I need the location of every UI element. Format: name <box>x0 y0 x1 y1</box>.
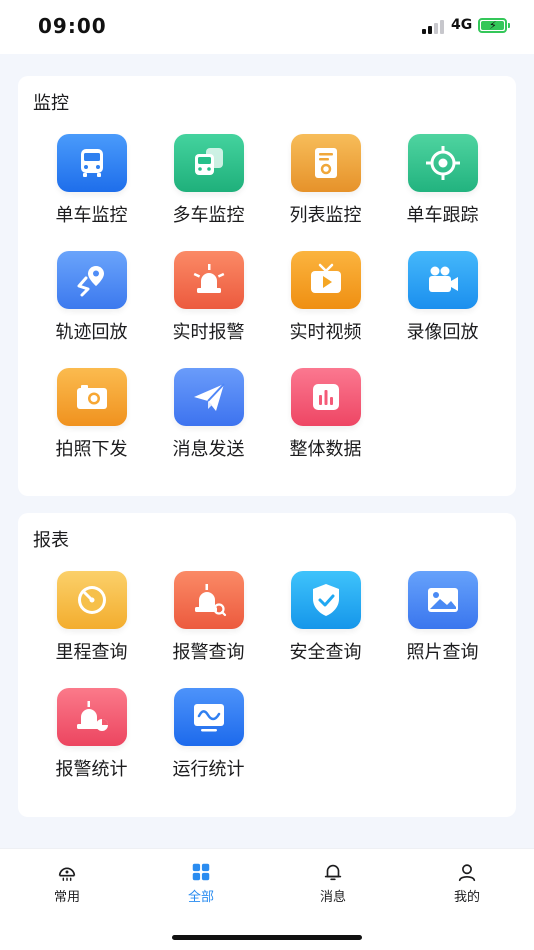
menu-item-operation-statistics[interactable]: 运行统计 <box>150 688 267 805</box>
tab-frequent[interactable]: 常用 <box>0 861 134 905</box>
alarm-light-icon <box>173 251 244 309</box>
monitor-section: 监控 单车监控 多车监控 列表监控 单车跟踪 轨迹回放 实时报警 实时视频 录像… <box>18 76 516 496</box>
tab-messages[interactable]: 消息 <box>266 861 400 905</box>
track-pin-icon <box>56 251 127 309</box>
menu-item-label: 运行统计 <box>172 759 245 780</box>
bell-icon <box>324 864 342 881</box>
report-grid: 里程查询 报警查询 安全查询 照片查询 报警统计 运行统计 <box>33 571 501 805</box>
signal-icon <box>422 20 444 34</box>
shield-check-icon <box>290 571 361 629</box>
battery-tip <box>508 23 510 28</box>
battery-charging-icon: ⚡ <box>478 18 507 33</box>
menu-item-realtime-alarm[interactable]: 实时报警 <box>150 251 267 368</box>
menu-item-label: 安全查询 <box>289 642 362 663</box>
menu-item-track-playback[interactable]: 轨迹回放 <box>33 251 150 368</box>
paper-plane-icon <box>173 368 244 426</box>
alarm-search-icon <box>173 571 244 629</box>
menu-item-list-monitor[interactable]: 列表监控 <box>267 134 384 251</box>
alarm-stats-icon <box>56 688 127 746</box>
menu-item-single-vehicle-monitor[interactable]: 单车监控 <box>33 134 150 251</box>
menu-item-label: 整体数据 <box>289 439 362 460</box>
menu-item-label: 报警统计 <box>55 759 128 780</box>
tab-label: 消息 <box>319 890 346 905</box>
tab-label: 常用 <box>53 890 80 905</box>
menu-item-label: 列表监控 <box>289 205 362 226</box>
wave-screen-icon <box>173 688 244 746</box>
menu-item-overall-data[interactable]: 整体数据 <box>267 368 384 485</box>
menu-item-label: 实时报警 <box>172 322 245 343</box>
target-icon <box>407 134 478 192</box>
menu-item-label: 实时视频 <box>289 322 362 343</box>
tv-play-icon <box>290 251 361 309</box>
user-icon <box>458 864 476 882</box>
menu-item-label: 里程查询 <box>55 642 128 663</box>
status-bar: 09:00 4G ⚡ <box>0 0 534 54</box>
menu-item-photo-dispatch[interactable]: 拍照下发 <box>33 368 150 485</box>
menu-item-safety-query[interactable]: 安全查询 <box>267 571 384 688</box>
menu-item-realtime-video[interactable]: 实时视频 <box>267 251 384 368</box>
menu-item-label: 拍照下发 <box>55 439 128 460</box>
tab-label: 全部 <box>187 890 214 905</box>
report-section: 报表 里程查询 报警查询 安全查询 照片查询 报警统计 运行统计 <box>18 513 516 817</box>
menu-item-photo-query[interactable]: 照片查询 <box>384 571 501 688</box>
menu-item-alarm-query[interactable]: 报警查询 <box>150 571 267 688</box>
home-indicator <box>172 935 362 940</box>
grid-icon <box>192 863 210 881</box>
speedometer-icon <box>56 571 127 629</box>
menu-item-label: 单车跟踪 <box>406 205 479 226</box>
frequent-icon <box>58 867 76 881</box>
tab-all[interactable]: 全部 <box>134 861 268 905</box>
menu-item-label: 多车监控 <box>172 205 245 226</box>
picture-icon <box>407 571 478 629</box>
menu-item-label: 照片查询 <box>406 642 479 663</box>
status-time: 09:00 <box>38 14 107 38</box>
menu-item-label: 报警查询 <box>172 642 245 663</box>
menu-item-alarm-statistics[interactable]: 报警统计 <box>33 688 150 805</box>
video-camera-icon <box>407 251 478 309</box>
multi-bus-icon <box>173 134 244 192</box>
network-type: 4G <box>451 17 473 33</box>
list-monitor-icon <box>290 134 361 192</box>
menu-item-multi-vehicle-monitor[interactable]: 多车监控 <box>150 134 267 251</box>
menu-item-mileage-query[interactable]: 里程查询 <box>33 571 150 688</box>
menu-item-label: 消息发送 <box>172 439 245 460</box>
menu-item-label: 单车监控 <box>55 205 128 226</box>
section-title-report: 报表 <box>33 530 69 551</box>
tab-label: 我的 <box>453 890 480 905</box>
bar-chart-icon <box>290 368 361 426</box>
menu-item-video-playback[interactable]: 录像回放 <box>384 251 501 368</box>
menu-item-label: 轨迹回放 <box>55 322 128 343</box>
bus-icon <box>56 134 127 192</box>
section-title-monitor: 监控 <box>33 93 69 114</box>
monitor-grid: 单车监控 多车监控 列表监控 单车跟踪 轨迹回放 实时报警 实时视频 录像回放 … <box>33 134 501 485</box>
tab-me[interactable]: 我的 <box>400 861 534 905</box>
menu-item-single-vehicle-track[interactable]: 单车跟踪 <box>384 134 501 251</box>
menu-item-label: 录像回放 <box>406 322 479 343</box>
camera-icon <box>56 368 127 426</box>
menu-item-message-send[interactable]: 消息发送 <box>150 368 267 485</box>
